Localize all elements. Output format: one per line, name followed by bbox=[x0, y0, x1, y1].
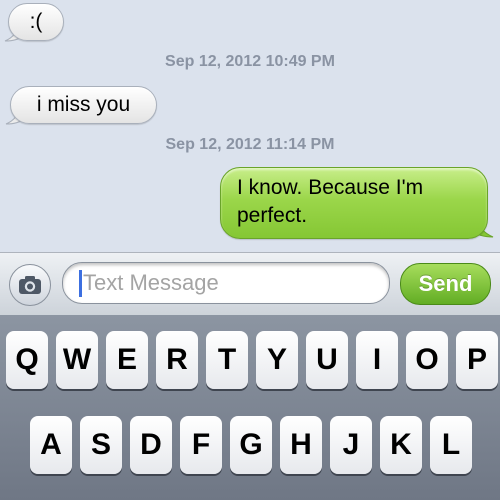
message-text-field[interactable] bbox=[62, 262, 390, 304]
key[interactable]: K bbox=[380, 416, 422, 474]
key[interactable]: H bbox=[280, 416, 322, 474]
key[interactable]: I bbox=[356, 331, 398, 389]
key[interactable]: O bbox=[406, 331, 448, 389]
key[interactable]: D bbox=[130, 416, 172, 474]
message-thread[interactable]: :( Sep 12, 2012 10:49 PM i miss you Sep … bbox=[0, 0, 500, 252]
message-input-bar: Send bbox=[0, 252, 500, 316]
keyboard: Q W E R T Y U I O P A S D F G H J K L bbox=[0, 315, 500, 500]
key[interactable]: S bbox=[80, 416, 122, 474]
camera-button[interactable] bbox=[9, 264, 51, 306]
key[interactable]: A bbox=[30, 416, 72, 474]
key[interactable]: W bbox=[56, 331, 98, 389]
message-timestamp: Sep 12, 2012 11:14 PM bbox=[165, 136, 335, 153]
outgoing-message-bubble[interactable]: I know. Because I'm perfect. bbox=[220, 167, 488, 239]
key[interactable]: Q bbox=[6, 331, 48, 389]
message-text: I know. Because I'm perfect. bbox=[237, 176, 424, 227]
key[interactable]: F bbox=[180, 416, 222, 474]
key[interactable]: E bbox=[106, 331, 148, 389]
message-input[interactable] bbox=[83, 268, 379, 298]
key[interactable]: P bbox=[456, 331, 498, 389]
incoming-message-bubble[interactable]: i miss you bbox=[10, 86, 157, 124]
key[interactable]: G bbox=[230, 416, 272, 474]
camera-icon bbox=[19, 276, 41, 294]
key[interactable]: L bbox=[430, 416, 472, 474]
text-cursor bbox=[79, 270, 82, 297]
key[interactable]: Y bbox=[256, 331, 298, 389]
incoming-message-bubble[interactable]: :( bbox=[8, 3, 64, 41]
key[interactable]: T bbox=[206, 331, 248, 389]
key[interactable]: U bbox=[306, 331, 348, 389]
key[interactable]: J bbox=[330, 416, 372, 474]
key[interactable]: R bbox=[156, 331, 198, 389]
send-button[interactable]: Send bbox=[400, 263, 491, 305]
message-timestamp: Sep 12, 2012 10:49 PM bbox=[165, 53, 335, 70]
